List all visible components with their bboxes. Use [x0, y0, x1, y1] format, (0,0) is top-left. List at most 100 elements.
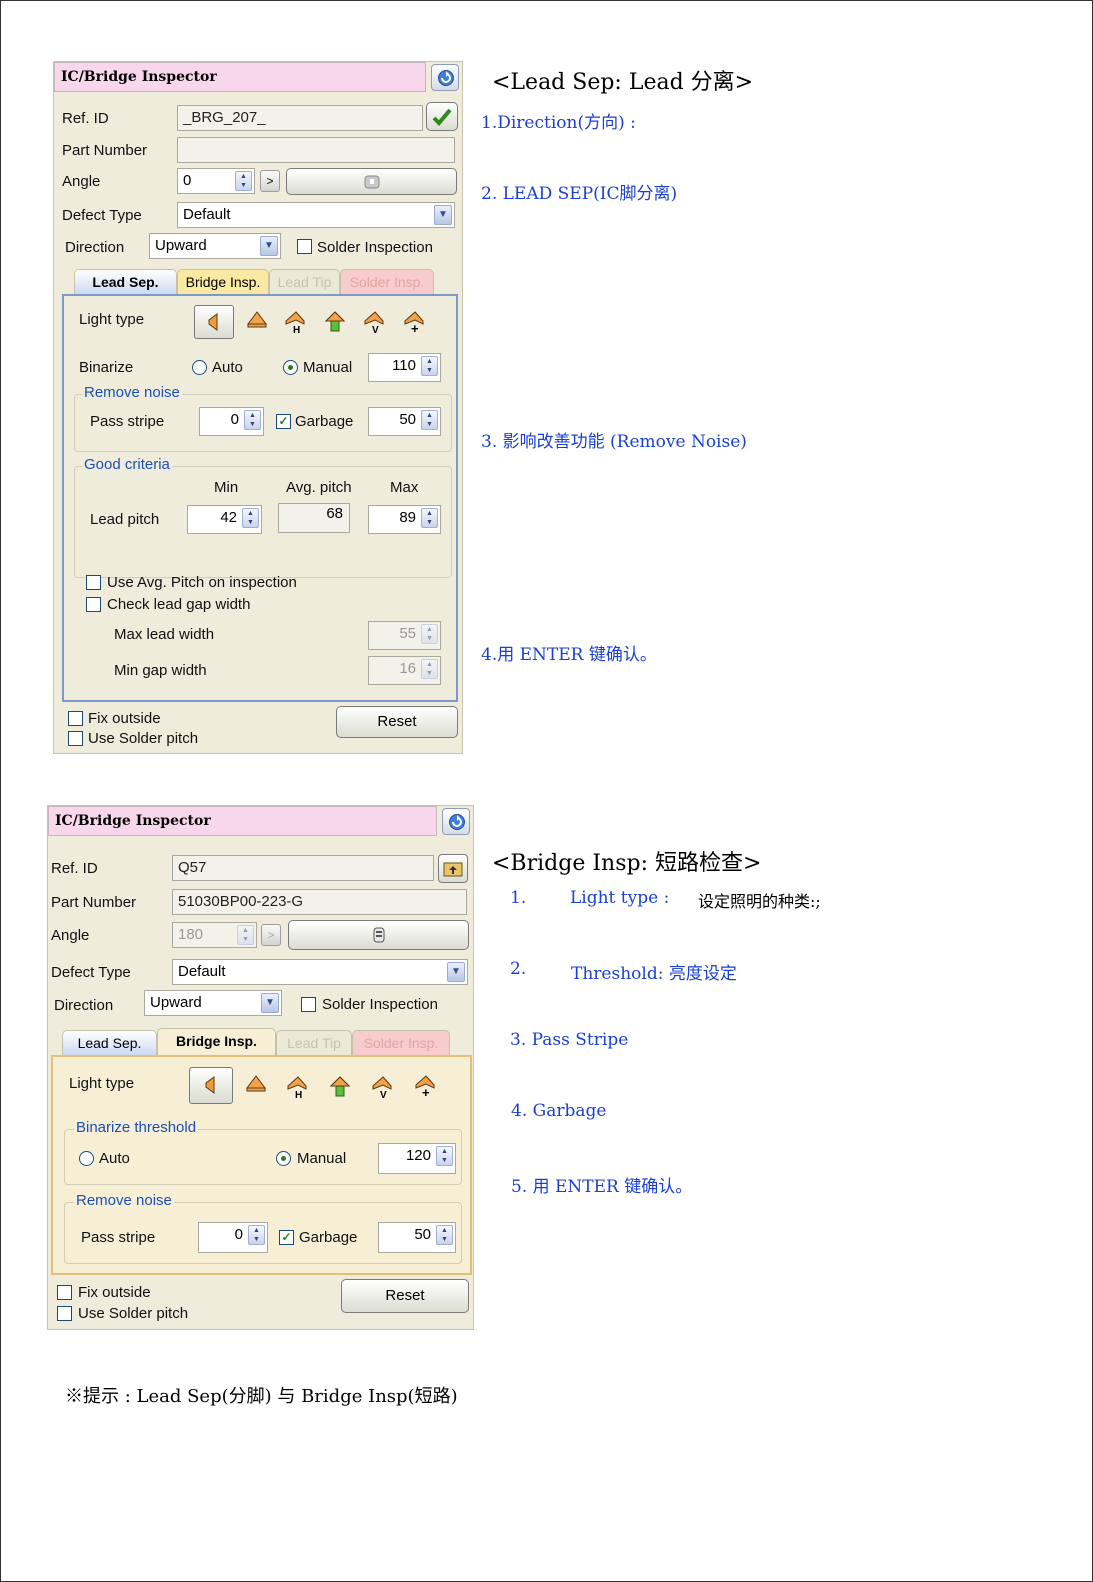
reset-button[interactable]: Reset	[341, 1279, 469, 1313]
tab-lead-sep[interactable]: Lead Sep.	[74, 269, 177, 295]
tab-bridge-insp[interactable]: Bridge Insp.	[177, 269, 269, 295]
binarize-auto-radio[interactable]	[79, 1151, 94, 1166]
angle-spinner[interactable]: ▲ ▼	[237, 925, 254, 945]
angle-input[interactable]: 0 ▲ ▼	[177, 168, 255, 194]
light-side-button[interactable]	[189, 1067, 233, 1104]
folder-button[interactable]	[438, 854, 468, 883]
direction-select[interactable]: Upward ▼	[149, 233, 281, 259]
note2-item-3: 3. Pass Stripe	[510, 1030, 629, 1050]
footer-note: ※提示 : Lead Sep(分脚) 与 Bridge Insp(短路)	[65, 1386, 458, 1407]
binarize-manual-radio[interactable]	[283, 360, 298, 375]
angle-apply-button[interactable]: >	[261, 924, 281, 946]
note2-item-1-text: Light type :	[570, 888, 670, 908]
tab-bridge-insp[interactable]: Bridge Insp.	[157, 1028, 276, 1057]
pass-stripe-input[interactable]: 0 ▲ ▼	[198, 1222, 268, 1253]
use-avg-pitch-checkbox[interactable]	[86, 575, 101, 590]
check-lead-gap-checkbox[interactable]	[86, 597, 101, 612]
garbage-input[interactable]: 50 ▲ ▼	[378, 1222, 456, 1253]
defect-type-select[interactable]: Default ▼	[177, 202, 455, 228]
reset-button[interactable]: Reset	[336, 706, 458, 738]
light-top-icon[interactable]	[244, 308, 270, 334]
binarize-value-input[interactable]: 120 ▲ ▼	[378, 1143, 456, 1174]
light-green-icon[interactable]	[327, 1074, 353, 1100]
min-header: Min	[214, 479, 239, 496]
pass-stripe-input[interactable]: 0 ▲ ▼	[199, 407, 264, 436]
lead-pitch-max-input[interactable]: 89 ▲ ▼	[368, 505, 441, 534]
part-number-field[interactable]	[177, 137, 455, 163]
light-h-icon[interactable]: H	[282, 309, 308, 335]
use-avg-pitch-label: Use Avg. Pitch on inspection	[107, 574, 297, 591]
fix-outside-label: Fix outside	[88, 710, 161, 727]
garbage-label: Garbage	[295, 413, 354, 430]
refresh-icon	[438, 70, 454, 86]
garbage-checkbox[interactable]: ✓	[279, 1230, 294, 1245]
defect-type-label: Defect Type	[51, 964, 131, 981]
light-green-icon[interactable]	[322, 309, 348, 335]
max-lead-width-spinner[interactable]: ▲ ▼	[421, 624, 438, 644]
svg-text:+: +	[411, 321, 419, 335]
garbage-input[interactable]: 50 ▲ ▼	[368, 407, 441, 436]
defect-type-label: Defect Type	[62, 207, 142, 224]
ref-id-label: Ref. ID	[51, 860, 98, 877]
binarize-spinner[interactable]: ▲ ▼	[421, 356, 438, 376]
light-v-icon[interactable]: V	[361, 309, 387, 335]
tab-solder-insp[interactable]: Solder Insp.	[340, 269, 434, 295]
use-solder-pitch-checkbox[interactable]	[68, 731, 83, 746]
light-plus-icon[interactable]: +	[412, 1073, 438, 1099]
binarize-value: 110	[392, 357, 416, 374]
garbage-checkbox[interactable]: ✓	[276, 414, 291, 429]
angle-spinner[interactable]: ▲ ▼	[235, 171, 252, 191]
pass-stripe-spinner[interactable]: ▲ ▼	[248, 1225, 265, 1245]
ref-id-field[interactable]: Q57	[172, 855, 434, 881]
binarize-spinner[interactable]: ▲ ▼	[436, 1146, 453, 1166]
tab-lead-tip[interactable]: Lead Tip	[269, 269, 340, 295]
tab-content-bridge-insp: Light type H V + Binarize threshold Auto…	[51, 1055, 472, 1275]
binarize-manual-label: Manual	[303, 359, 353, 376]
camera-button[interactable]	[288, 920, 469, 950]
binarize-value-input[interactable]: 110 ▲ ▼	[368, 353, 441, 382]
light-v-icon[interactable]: V	[369, 1074, 395, 1100]
use-solder-pitch-checkbox[interactable]	[57, 1306, 72, 1321]
angle-input[interactable]: 180 ▲ ▼	[172, 922, 257, 948]
use-solder-pitch-label: Use Solder pitch	[78, 1305, 189, 1322]
max-lead-width-label: Max lead width	[114, 626, 215, 643]
confirm-button[interactable]	[426, 102, 458, 131]
lead-pitch-min-spinner[interactable]: ▲ ▼	[242, 508, 259, 528]
light-top-icon[interactable]	[243, 1072, 269, 1098]
light-h-icon[interactable]: H	[284, 1074, 310, 1100]
direction-select[interactable]: Upward ▼	[144, 990, 282, 1016]
garbage-spinner[interactable]: ▲ ▼	[436, 1225, 453, 1245]
direction-label: Direction	[54, 997, 114, 1014]
min-gap-width-input[interactable]: 16 ▲ ▼	[368, 656, 441, 685]
pass-stripe-value: 0	[230, 411, 239, 428]
fix-outside-checkbox[interactable]	[57, 1285, 72, 1300]
min-gap-width-spinner[interactable]: ▲ ▼	[421, 659, 438, 679]
pass-stripe-spinner[interactable]: ▲ ▼	[244, 410, 261, 430]
garbage-spinner[interactable]: ▲ ▼	[421, 410, 438, 430]
solder-inspection-checkbox[interactable]	[297, 239, 312, 254]
ref-id-field[interactable]: _BRG_207_	[177, 105, 423, 131]
max-lead-width-input[interactable]: 55 ▲ ▼	[368, 621, 441, 650]
tab-lead-sep[interactable]: Lead Sep.	[62, 1030, 157, 1056]
chevron-down-icon: ▼	[261, 993, 279, 1013]
light-plus-icon[interactable]: +	[401, 309, 427, 335]
part-number-field[interactable]: 51030BP00-223-G	[172, 889, 467, 915]
solder-inspection-checkbox[interactable]	[301, 997, 316, 1012]
bridge-insp-heading: <Bridge Insp: 短路检查>	[492, 851, 762, 876]
light-side-button[interactable]	[194, 305, 234, 339]
note1-item-1: 1.Direction(方向) :	[481, 113, 636, 133]
angle-apply-button[interactable]: >	[260, 170, 280, 192]
binarize-manual-radio[interactable]	[276, 1151, 291, 1166]
fix-outside-checkbox[interactable]	[68, 711, 83, 726]
lead-pitch-min-input[interactable]: 42 ▲ ▼	[187, 505, 262, 534]
binarize-auto-radio[interactable]	[192, 360, 207, 375]
tab-solder-insp[interactable]: Solder Insp.	[352, 1030, 450, 1056]
light-type-label: Light type	[79, 311, 145, 328]
camera-button[interactable]	[286, 168, 457, 195]
lead-pitch-max-spinner[interactable]: ▲ ▼	[421, 508, 438, 528]
tab-lead-tip[interactable]: Lead Tip	[276, 1030, 352, 1056]
refresh-button[interactable]	[431, 64, 459, 91]
ic-bridge-inspector-panel-bridge-insp: IC/Bridge Inspector Ref. ID Q57 Part Num…	[47, 805, 474, 1330]
defect-type-select[interactable]: Default ▼	[172, 959, 468, 985]
refresh-button[interactable]	[442, 808, 470, 835]
